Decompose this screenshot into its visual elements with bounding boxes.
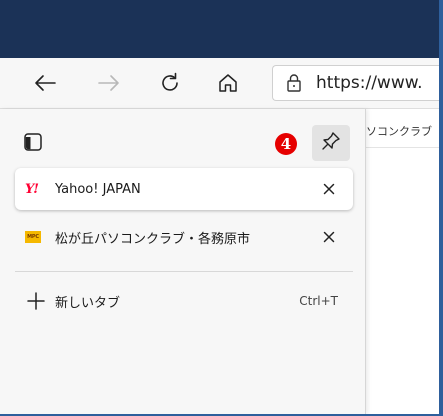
new-tab-label: 新しいタブ <box>55 295 121 311</box>
title-bar <box>0 0 439 58</box>
pin-pane-button[interactable] <box>312 125 350 161</box>
new-tab-shortcut: Ctrl+T <box>299 294 338 308</box>
page-tab-title-fragment: ソコンクラブ <box>366 125 432 138</box>
tab-title: 松が丘パソコンクラブ・各務原市 <box>55 231 251 247</box>
plus-icon <box>25 290 47 312</box>
address-bar[interactable]: https://www. <box>272 65 439 101</box>
forward-arrow-icon[interactable] <box>96 70 122 96</box>
browser-window: https://www. ソコンクラブ 4 Y! Yahoo! JAPAN MP… <box>0 0 443 416</box>
refresh-icon[interactable] <box>157 70 183 96</box>
lock-icon[interactable] <box>283 73 305 93</box>
close-icon[interactable] <box>319 179 339 199</box>
close-icon[interactable] <box>319 227 339 247</box>
tab-item-matsugaoka[interactable]: MPC 松が丘パソコンクラブ・各務原市 <box>15 216 353 258</box>
vertical-tabs-pane: 4 Y! Yahoo! JAPAN MPC 松が丘パソコンクラブ・各務原市 新し… <box>0 109 366 414</box>
new-tab-button[interactable]: 新しいタブ Ctrl+T <box>15 281 353 321</box>
tab-title: Yahoo! JAPAN <box>55 181 141 197</box>
browser-toolbar: https://www. <box>0 58 439 109</box>
tab-list-divider <box>15 271 353 272</box>
step-number-badge: 4 <box>275 133 297 155</box>
address-url[interactable]: https://www. <box>316 73 423 93</box>
back-arrow-icon[interactable] <box>32 70 58 96</box>
tab-item-yahoo[interactable]: Y! Yahoo! JAPAN <box>15 168 353 210</box>
home-icon[interactable] <box>215 70 241 96</box>
page-divider <box>366 147 439 148</box>
tab-actions-icon[interactable] <box>23 132 43 152</box>
pin-icon <box>320 130 342 156</box>
yahoo-favicon-icon: Y! <box>25 181 39 197</box>
mpc-favicon-icon: MPC <box>25 229 49 245</box>
